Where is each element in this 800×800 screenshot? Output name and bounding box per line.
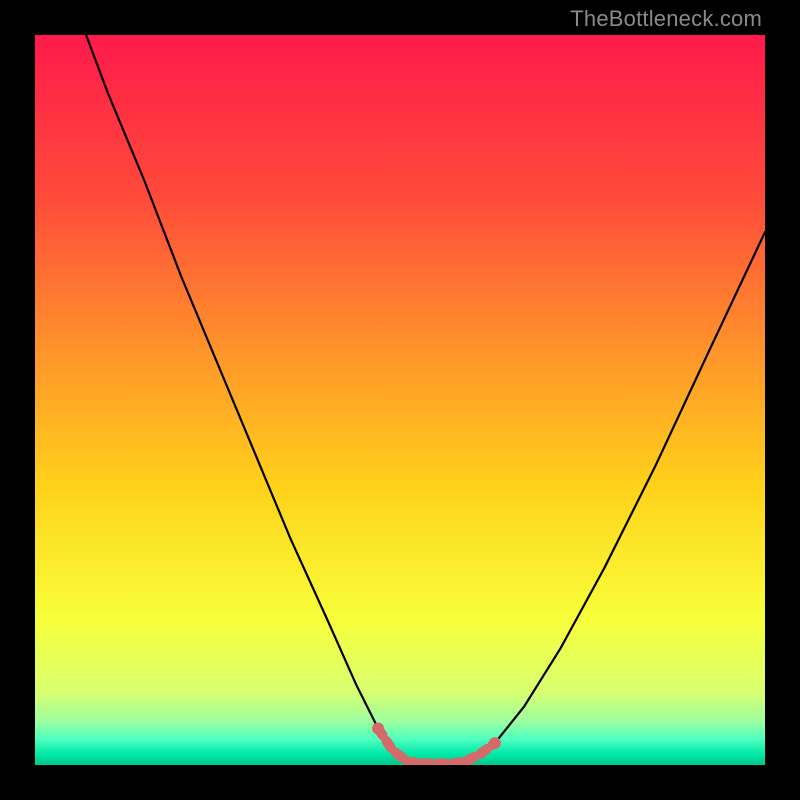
highlight-endpoint (372, 723, 384, 735)
highlight-endpoint (489, 737, 501, 749)
chart-svg (35, 35, 765, 765)
gradient-background (35, 35, 765, 765)
watermark-text: TheBottleneck.com (570, 6, 762, 32)
chart-frame (35, 35, 765, 765)
